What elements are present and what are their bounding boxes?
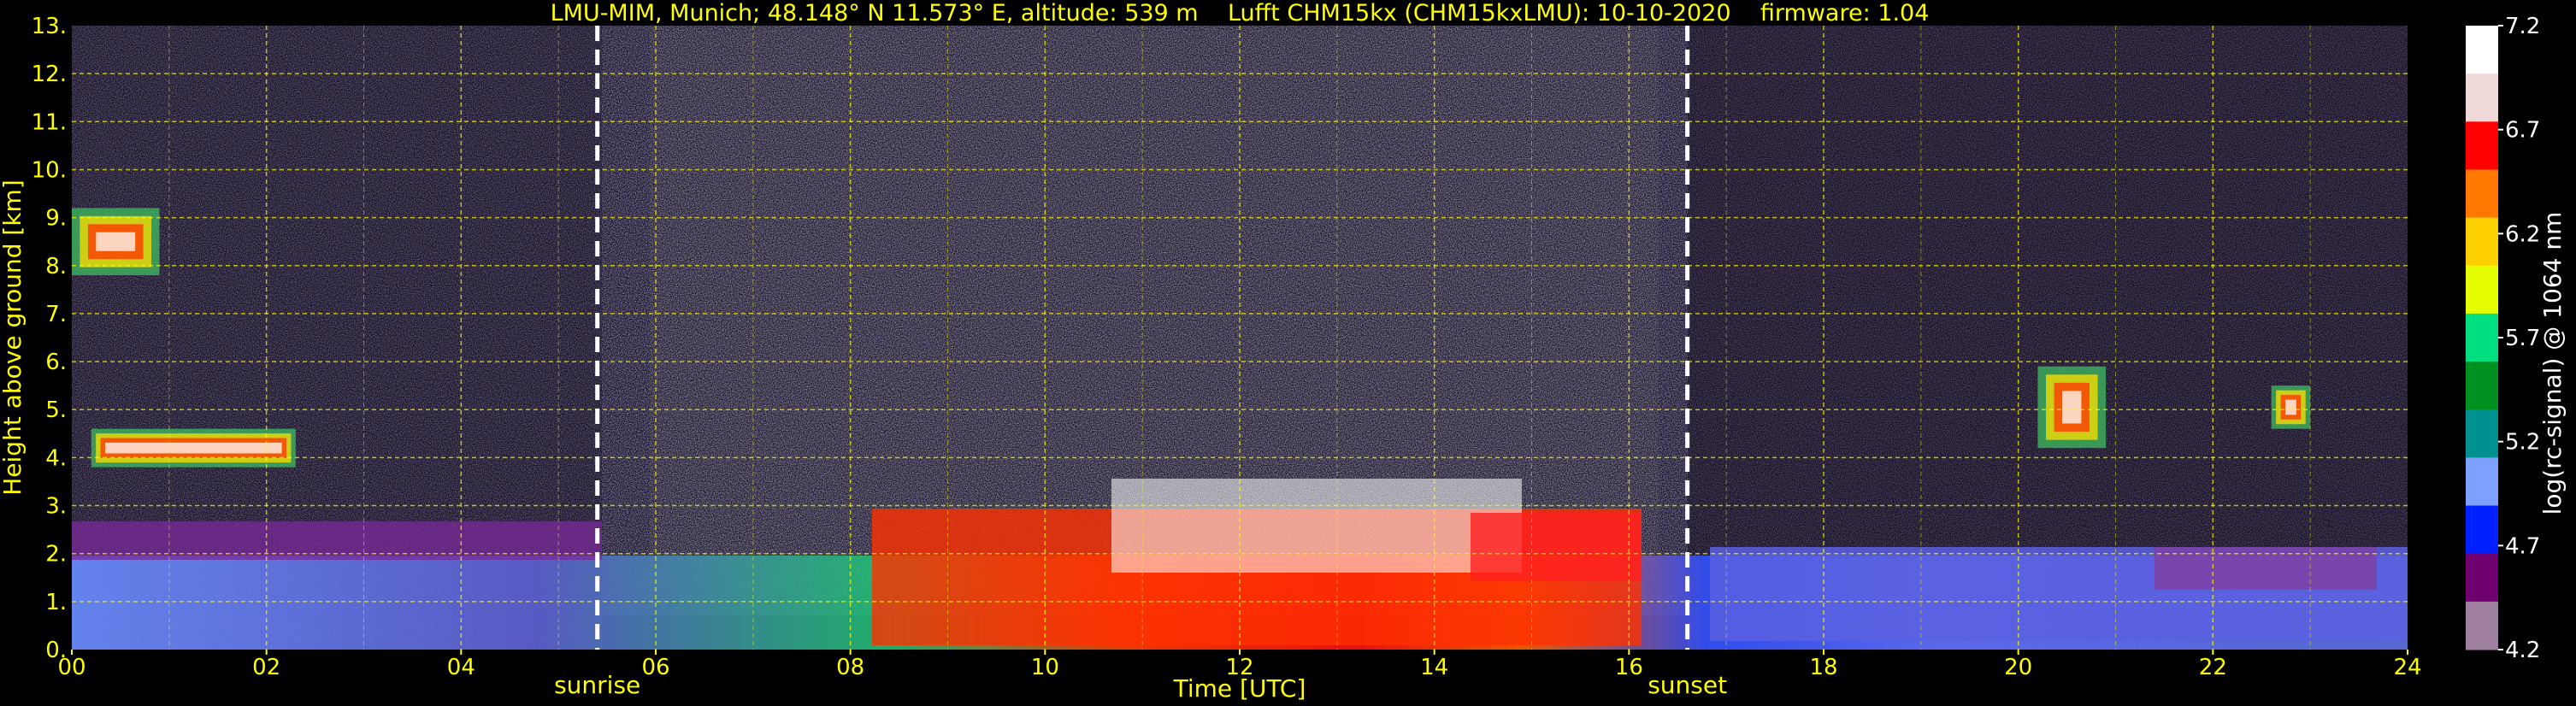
x-tick-label: 20	[2004, 655, 2032, 680]
colorbar	[2466, 26, 2498, 650]
x-tick-label: 14	[1420, 655, 1448, 680]
x-tick-label: 10	[1031, 655, 1059, 680]
colorbar-tick-label: 4.7	[2505, 533, 2540, 559]
colorbar-segment	[2466, 121, 2498, 170]
colorbar-tick-label: 6.7	[2505, 118, 2540, 144]
colorbar-tick-label: 5.7	[2505, 326, 2540, 351]
y-tick-label: 4.	[45, 445, 67, 471]
cloud-3-band-4	[2062, 391, 2082, 424]
y-tick-label: 7.	[45, 302, 67, 327]
cloud-1-band-4	[96, 232, 136, 251]
colorbar-segment	[2466, 217, 2498, 267]
colorbar-segment	[2466, 553, 2498, 603]
y-tick-label: 1.	[45, 590, 67, 615]
y-tick-label: 11.	[32, 109, 67, 135]
y-axis-ticks: 0. 1. 2. 3. 4. 5. 6. 7. 8. 9. 10. 11. 12. 13.	[32, 14, 67, 663]
y-tick-label: 10.	[32, 157, 67, 183]
cloud-2-band-4	[104, 442, 282, 454]
colorbar-segment	[2466, 601, 2498, 650]
colorbar-segment	[2466, 457, 2498, 507]
y-tick-label: 2.	[45, 542, 67, 568]
x-tick-label: 08	[836, 655, 864, 680]
colorbar-segment	[2466, 362, 2498, 410]
colorbar-tick-label: 5.2	[2505, 430, 2540, 456]
y-tick-label: 6.	[45, 350, 67, 375]
x-tick-label: 04	[447, 655, 475, 680]
y-tick-label: 3.	[45, 494, 67, 520]
colorbar-tick-label: 6.2	[2505, 221, 2540, 247]
colorbar-tick-label: 7.2	[2505, 14, 2540, 39]
colorbar-segment	[2466, 409, 2498, 458]
sunset-label: sunset	[1648, 671, 1727, 699]
colorbar-ticks: 4.2 4.7 5.2 5.7 6.2 6.7 7.2	[2498, 14, 2540, 663]
y-tick-label: 13.	[32, 14, 67, 39]
x-tick-label: 06	[641, 655, 669, 680]
x-tick-label: 02	[252, 655, 280, 680]
y-tick-label: 5.	[45, 397, 67, 423]
y-tick-label: 9.	[45, 206, 67, 232]
colorbar-segment	[2466, 26, 2498, 74]
x-axis-label: Time [UTC]	[1173, 674, 1306, 703]
x-tick-label: 22	[2199, 655, 2227, 680]
colorbar-segment	[2466, 169, 2498, 219]
y-tick-label: 8.	[45, 254, 67, 279]
colorbar-segment	[2466, 265, 2498, 315]
ceilometer-chart: 00 02 04 06 08 10 12 14 16 18 20 22 24 0.1.2.3.4.5.6…	[0, 0, 2567, 703]
sunrise-label: sunrise	[554, 671, 640, 699]
y-tick-label: 0.	[45, 638, 67, 663]
x-tick-label: 24	[2393, 655, 2421, 680]
colorbar-segment	[2466, 313, 2498, 362]
y-tick-label: 12.	[32, 62, 67, 87]
x-tick-label: 18	[1809, 655, 1837, 680]
colorbar-tick-label: 4.2	[2505, 638, 2540, 663]
colorbar-label: log(rc-signal) @ 1064 nm	[2538, 212, 2567, 515]
colorbar-segment	[2466, 74, 2498, 122]
colorbar-segment	[2466, 505, 2498, 555]
x-tick-label: 16	[1615, 655, 1643, 680]
cloud-4-band-4	[2285, 399, 2296, 415]
y-axis-label: Height above ground [km]	[0, 179, 27, 496]
chart-title: LMU-MIM, Munich; 48.148° N 11.573° E, al…	[551, 0, 1930, 26]
